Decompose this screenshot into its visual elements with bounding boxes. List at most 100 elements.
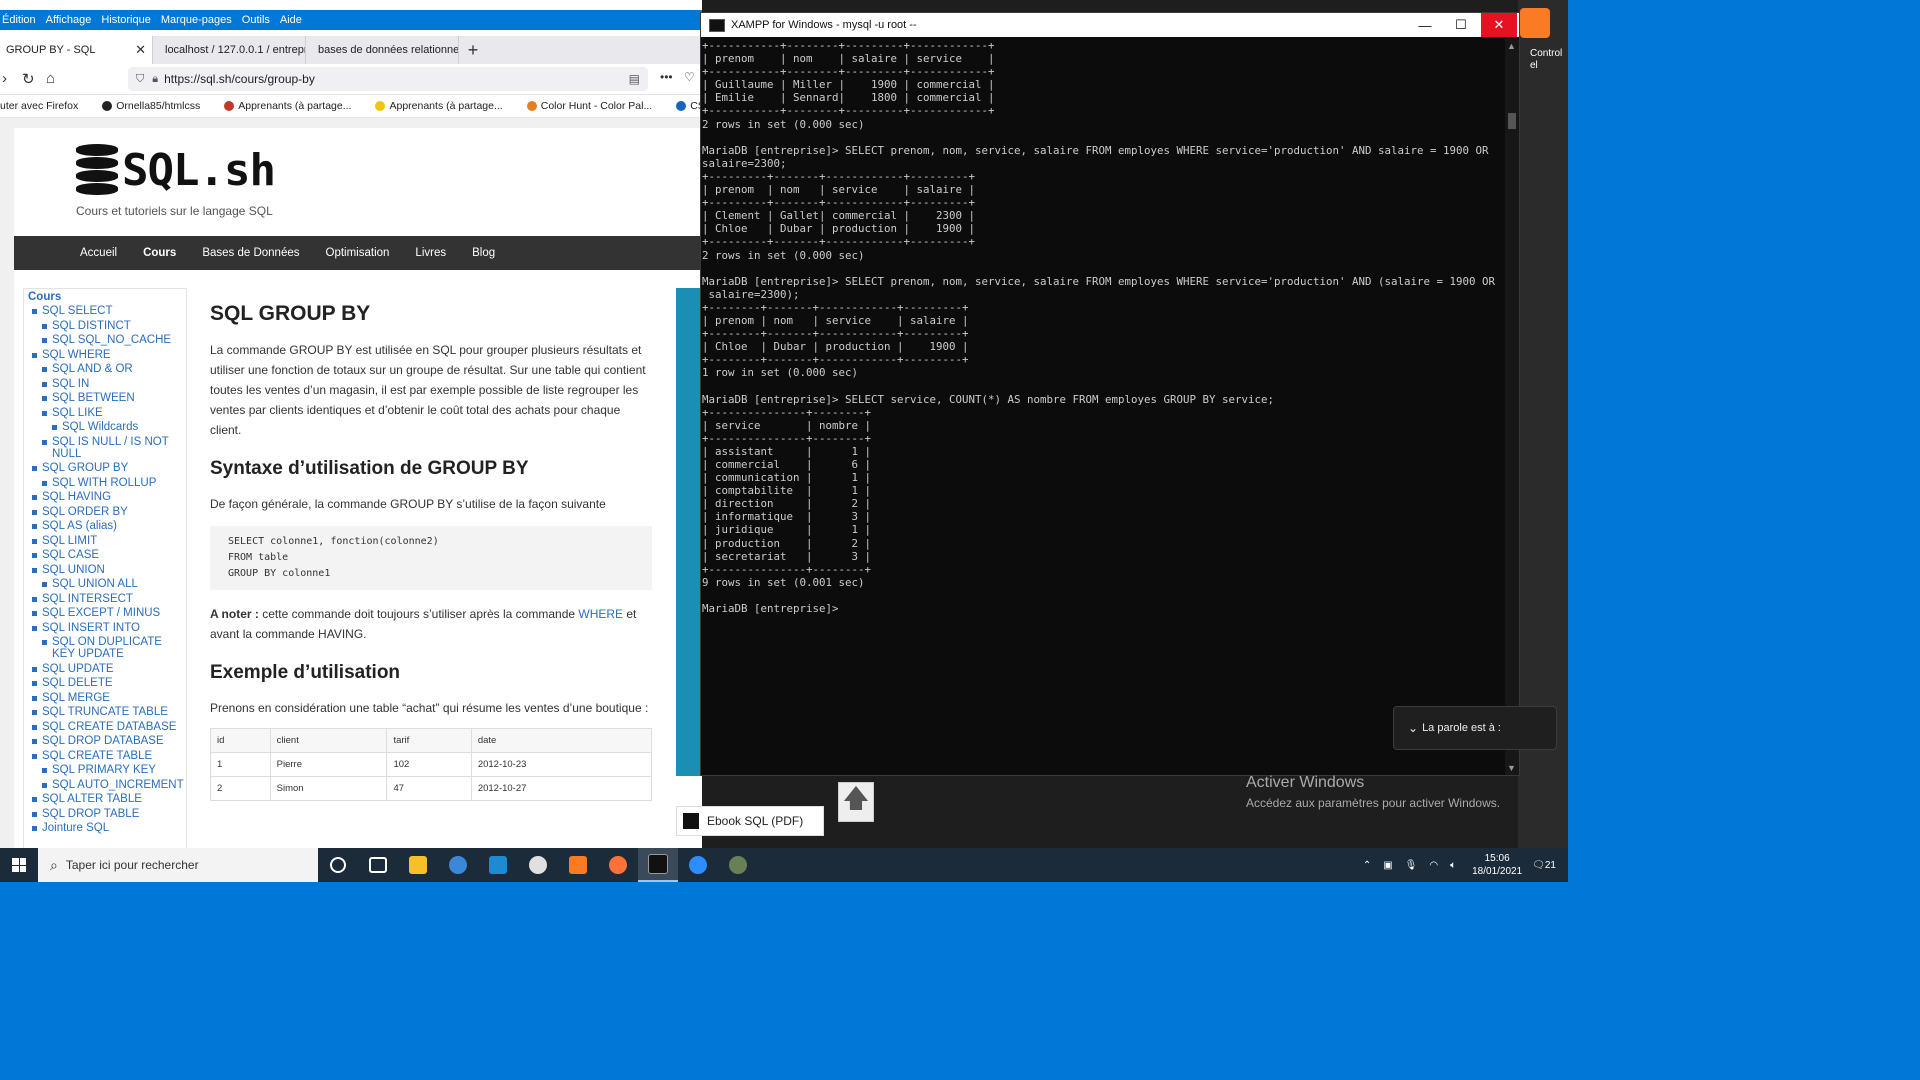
file-explorer-icon[interactable] xyxy=(398,848,438,882)
sidebar-link[interactable]: SQL UNION xyxy=(32,564,186,576)
sidebar-link[interactable]: SQL IN xyxy=(42,378,186,390)
sidebar-link[interactable]: SQL TRUNCATE TABLE xyxy=(32,706,186,718)
bookmark-item[interactable]: Apprenants (à partage... xyxy=(224,100,363,112)
bookmark-item[interactable]: Apprenants (à partage... xyxy=(375,100,514,112)
zoom-icon[interactable] xyxy=(678,848,718,882)
browser-tab[interactable]: GROUP BY - SQL ✕ xyxy=(0,36,153,64)
ad-banner[interactable] xyxy=(676,288,702,776)
xampp-taskbar-icon[interactable] xyxy=(558,848,598,882)
sidebar-link[interactable]: SQL AUTO_INCREMENT xyxy=(42,779,186,791)
terminal-titlebar[interactable]: XAMPP for Windows - mysql -u root -- — ☐… xyxy=(701,13,1519,37)
more-icon[interactable]: ••• xyxy=(660,70,673,84)
sidebar-link[interactable]: SQL DELETE xyxy=(32,677,186,689)
sidebar-link[interactable]: SQL BETWEEN xyxy=(42,392,186,404)
sidebar-link[interactable]: SQL INSERT INTO xyxy=(32,622,186,634)
sidebar-link[interactable]: SQL WHERE xyxy=(32,349,186,361)
menu-item[interactable]: Édition xyxy=(2,14,36,26)
sidebar-link[interactable]: SQL LIMIT xyxy=(32,535,186,547)
terminal-window[interactable]: XAMPP for Windows - mysql -u root -- — ☐… xyxy=(700,12,1520,776)
volume-icon[interactable]: 🔈︎ xyxy=(1450,860,1456,871)
pocket-icon[interactable]: ♡ xyxy=(684,70,695,84)
reload-icon[interactable]: ↻ xyxy=(22,70,35,88)
lock-icon[interactable]: 🔒︎ xyxy=(152,73,158,86)
scroll-thumb[interactable] xyxy=(1508,113,1516,129)
sidebar-link[interactable]: SQL DISTINCT xyxy=(42,320,186,332)
bookmark-item[interactable]: uter avec Firefox xyxy=(0,100,90,112)
bookmark-item[interactable]: Color Hunt - Color Pal... xyxy=(526,100,664,112)
notification-center-icon[interactable]: 🗨︎21 xyxy=(1532,860,1556,871)
sidebar-title[interactable]: Cours xyxy=(28,291,186,303)
sidebar-link[interactable]: Jointure SQL xyxy=(32,822,186,834)
sidebar-link[interactable]: SQL SELECT xyxy=(32,305,186,317)
wifi-icon[interactable]: ◠ xyxy=(1429,860,1438,871)
sidebar-link[interactable]: SQL Wildcards xyxy=(52,421,186,433)
new-tab-button[interactable]: + xyxy=(459,36,487,64)
close-tab-icon[interactable]: ✕ xyxy=(131,42,146,58)
ebook-link[interactable]: Ebook SQL (PDF) xyxy=(676,806,824,836)
minimize-button[interactable]: — xyxy=(1407,13,1443,37)
sidebar-link[interactable]: SQL AS (alias) xyxy=(32,520,186,532)
sidebar-link[interactable]: SQL IS NULL / IS NOT NULL xyxy=(42,436,186,460)
sidebar-link[interactable]: SQL WITH ROLLUP xyxy=(42,477,186,489)
taskbar-search[interactable]: ⌕ Taper ici pour rechercher xyxy=(38,848,318,882)
firefox-icon[interactable] xyxy=(598,848,638,882)
sidebar-link[interactable]: SQL AND & OR xyxy=(42,363,186,375)
vscode-icon[interactable] xyxy=(478,848,518,882)
app-icon[interactable] xyxy=(718,848,758,882)
home-icon[interactable]: ⌂ xyxy=(46,70,55,87)
browser-tab[interactable]: localhost / 127.0.0.1 / entrepris✕ xyxy=(153,36,306,64)
sidebar-link[interactable]: SQL DROP TABLE xyxy=(32,808,186,820)
reader-view-icon[interactable]: ▤ xyxy=(629,72,640,86)
terminal-output[interactable]: +-----------+--------+---------+--------… xyxy=(701,39,1502,775)
bookmark-item[interactable]: CSS Gradient — Gener... xyxy=(676,100,702,112)
scroll-up-icon[interactable]: ▲ xyxy=(1507,41,1516,51)
chevron-up-icon[interactable]: ⌃ xyxy=(1363,860,1371,871)
sidebar-link[interactable]: SQL ORDER BY xyxy=(32,506,186,518)
sidebar-link[interactable]: SQL GROUP BY xyxy=(32,462,186,474)
slack-icon[interactable] xyxy=(518,848,558,882)
url-bar[interactable]: ⛉ 🔒︎ https://sql.sh/cours/group-by ▤ xyxy=(128,67,648,91)
terminal-taskbar-icon[interactable] xyxy=(638,848,678,882)
where-link[interactable]: WHERE xyxy=(578,607,623,621)
browser-tab[interactable]: bases de données relationnelle✕ xyxy=(306,36,459,64)
sidebar-link[interactable]: SQL ALTER TABLE xyxy=(32,793,186,805)
task-view-icon[interactable] xyxy=(358,848,398,882)
device-icon[interactable]: ▣ xyxy=(1383,860,1392,871)
menu-item[interactable]: Aide xyxy=(280,14,302,26)
start-button[interactable] xyxy=(0,848,38,882)
sidebar-link[interactable]: SQL PRIMARY KEY xyxy=(42,764,186,776)
sidebar-link[interactable]: SQL ON DUPLICATE KEY UPDATE xyxy=(42,636,186,660)
nav-item[interactable]: Bases de Données xyxy=(202,247,299,259)
scroll-down-icon[interactable]: ▼ xyxy=(1507,763,1516,773)
back-icon[interactable]: › xyxy=(2,70,7,87)
chevron-down-icon[interactable]: ⌄ xyxy=(1408,721,1418,735)
cortana-icon[interactable] xyxy=(318,848,358,882)
sidebar-link[interactable]: SQL SQL_NO_CACHE xyxy=(42,334,186,346)
maximize-button[interactable]: ☐ xyxy=(1443,13,1479,37)
sidebar-link[interactable]: SQL DROP DATABASE xyxy=(32,735,186,747)
sidebar-link[interactable]: SQL HAVING xyxy=(32,491,186,503)
sidebar-link[interactable]: SQL UPDATE xyxy=(32,663,186,675)
sidebar-link[interactable]: SQL INTERSECT xyxy=(32,593,186,605)
edge-icon[interactable] xyxy=(438,848,478,882)
sidebar-link[interactable]: SQL MERGE xyxy=(32,692,186,704)
xampp-icon[interactable] xyxy=(1520,8,1550,38)
sidebar-link[interactable]: SQL CREATE TABLE xyxy=(32,750,186,762)
menu-item[interactable]: Outils xyxy=(242,14,270,26)
nav-item[interactable]: Optimisation xyxy=(326,247,390,259)
shield-icon[interactable]: ⛉ xyxy=(136,73,144,86)
clock[interactable]: 15:06 18/01/2021 xyxy=(1472,852,1522,878)
close-button[interactable]: ✕ xyxy=(1481,13,1517,37)
sidebar-link[interactable]: SQL UNION ALL xyxy=(42,578,186,590)
sidebar-link[interactable]: SQL EXCEPT / MINUS xyxy=(32,607,186,619)
nav-item[interactable]: Livres xyxy=(415,247,446,259)
nav-item[interactable]: Cours xyxy=(143,247,176,259)
menu-item[interactable]: Historique xyxy=(101,14,151,26)
notification-toast[interactable]: ⌄ La parole est à : xyxy=(1393,706,1557,750)
sidebar-link[interactable]: SQL CASE xyxy=(32,549,186,561)
sidebar-link[interactable]: SQL LIKE xyxy=(42,407,186,419)
menu-item[interactable]: Affichage xyxy=(46,14,92,26)
nav-item[interactable]: Accueil xyxy=(80,247,117,259)
menu-item[interactable]: Marque-pages xyxy=(161,14,232,26)
nav-item[interactable]: Blog xyxy=(472,247,495,259)
